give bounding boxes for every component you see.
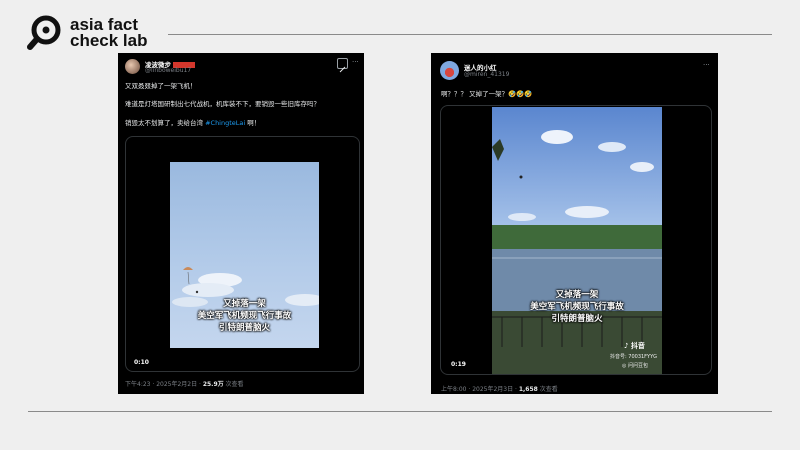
douyin-watermark: ♪ 抖音 [624, 341, 645, 351]
hashtag-link[interactable]: #ChingteLai [205, 119, 245, 127]
more-options-icon[interactable]: ··· [703, 61, 710, 69]
lake-scene-image [492, 107, 662, 374]
brand-line2: check lab [70, 31, 148, 50]
tweet-text-line3: 销毁太不划算了，卖给台湾 #ChingteLai 啊！ [125, 119, 260, 128]
grok-icon[interactable] [337, 58, 348, 73]
tweet-text-line2: 难道是灯塔国研制出七代战机，机库装不下，要销毁一些旧库存吗？ [125, 100, 320, 108]
top-divider [168, 34, 772, 35]
magnifier-logo-icon [26, 14, 62, 52]
video-caption-line1: 又掉落一架 [223, 299, 266, 309]
douyin-id: 抖音号: 70031FYYG [610, 354, 658, 360]
video-timer: 0:10 [134, 359, 149, 366]
video-caption-line1: 又掉落一架 [555, 290, 599, 300]
video-caption-line2: 美空军飞机频现飞行事故 [530, 302, 624, 312]
view-count: 25.9万 [202, 381, 224, 388]
view-label: 次查看 [223, 381, 244, 388]
video-player[interactable]: 又掉落一架 美空军飞机频现飞行事故 引特朗普脑火 0:10 [125, 136, 360, 372]
tweet-text-prefix: 销毁太不划算了，卖给台湾 [125, 119, 206, 127]
douyin-sub: ◎ 问问豆包 [622, 363, 648, 369]
tweet-timestamp[interactable]: 下午4:23 · 2025年2月2日 · [125, 381, 203, 388]
view-label: 次查看 [537, 386, 558, 393]
video-frame[interactable]: 又掉落一架 美空军飞机频现飞行事故 引特朗普脑火 [170, 162, 319, 348]
user-handle[interactable]: @linboweibu17 [145, 67, 191, 74]
tweet-text-suffix: 啊！ [245, 119, 261, 127]
tweet-footer: 下午4:23 · 2025年2月2日 · 25.9万 次查看 [125, 379, 244, 388]
douyin-label: 抖音 [630, 342, 645, 350]
more-options-icon[interactable]: ··· [352, 58, 359, 66]
video-caption-line2: 美空军飞机频现飞行事故 [197, 311, 292, 321]
video-frame[interactable]: 又掉落一架 美空军飞机频现飞行事故 引特朗普脑火 ♪ 抖音 抖音号: 70031… [492, 107, 662, 374]
tweet-card-2: 迷人的小红 @miren_41319 ··· 啊？？？ 又掉了一架？🤣🤣🤣 又掉… [431, 53, 718, 394]
video-caption: 又掉落一架 美空军飞机频现飞行事故 引特朗普脑火 [492, 289, 662, 325]
view-count: 1,658 [518, 386, 538, 393]
tweet-text-line1: 又双叒叕掉了一架飞机！ [125, 82, 197, 90]
video-timer: 0:19 [451, 361, 466, 368]
tweet-timestamp[interactable]: 上午8:00 · 2025年2月3日 · [441, 386, 519, 393]
tweet-text-line1: 啊？？？ 又掉了一架？🤣🤣🤣 [441, 90, 533, 98]
tweet-footer: 上午8:00 · 2025年2月3日 · 1,658 次查看 [441, 384, 558, 393]
video-caption: 又掉落一架 美空军飞机频现飞行事故 引特朗普脑火 [170, 298, 319, 334]
tiktok-icon: ♪ [624, 342, 629, 350]
avatar[interactable] [440, 61, 459, 80]
asia-fact-check-lab-logo: asia fact check lab [26, 14, 148, 52]
video-caption-line3: 引特朗普脑火 [218, 323, 270, 333]
tweet-card-1: 凌波微步 @linboweibu17 ··· 又双叒叕掉了一架飞机！ 难道是灯塔… [118, 53, 364, 394]
avatar[interactable] [125, 59, 140, 74]
bottom-divider [28, 411, 772, 412]
user-handle[interactable]: @miren_41319 [464, 71, 509, 78]
video-caption-line3: 引特朗普脑火 [551, 314, 603, 324]
video-player[interactable]: 又掉落一架 美空军飞机频现飞行事故 引特朗普脑火 ♪ 抖音 抖音号: 70031… [440, 105, 712, 375]
